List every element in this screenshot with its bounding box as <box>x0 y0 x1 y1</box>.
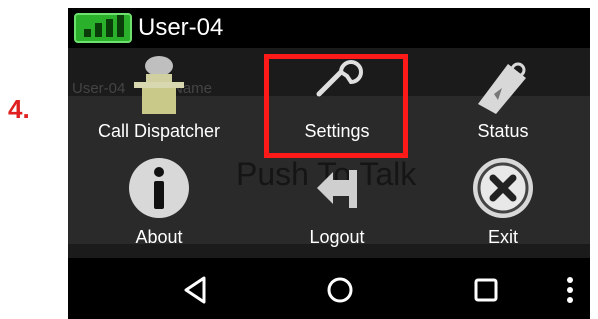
exit-button[interactable]: Exit <box>418 154 588 252</box>
home-circle-icon <box>327 277 353 303</box>
app-header: User-04 <box>68 8 590 48</box>
recents-button[interactable] <box>466 274 506 306</box>
overflow-dots-icon <box>567 277 573 303</box>
call-dispatcher-button[interactable]: Call Dispatcher <box>74 48 244 146</box>
recents-square-icon <box>474 278 498 302</box>
home-button[interactable] <box>320 274 360 306</box>
phone-screen: User-04 User-04 Name Push To Talk Call D… <box>68 8 590 319</box>
settings-highlight-box <box>264 54 408 158</box>
signal-strength-icon <box>74 13 132 43</box>
call-dispatcher-label: Call Dispatcher <box>97 121 221 141</box>
android-nav-bar <box>68 260 590 319</box>
about-label: About <box>135 227 183 247</box>
about-button[interactable]: About <box>74 154 244 252</box>
back-button[interactable] <box>176 274 216 306</box>
info-icon <box>129 158 189 218</box>
logout-icon <box>317 170 357 208</box>
tag-icon <box>478 62 526 114</box>
app-title: User-04 <box>138 14 224 41</box>
exit-label: Exit <box>487 227 518 247</box>
dispatcher-desk-icon <box>134 56 184 114</box>
back-triangle-icon <box>184 276 206 304</box>
close-circle-icon <box>473 158 533 218</box>
logout-button[interactable]: Logout <box>252 154 422 252</box>
overflow-menu-button[interactable] <box>558 274 582 306</box>
step-number: 4. <box>8 94 30 124</box>
status-label: Status <box>477 121 529 141</box>
logout-label: Logout <box>309 227 365 247</box>
status-button[interactable]: Status <box>418 48 588 146</box>
